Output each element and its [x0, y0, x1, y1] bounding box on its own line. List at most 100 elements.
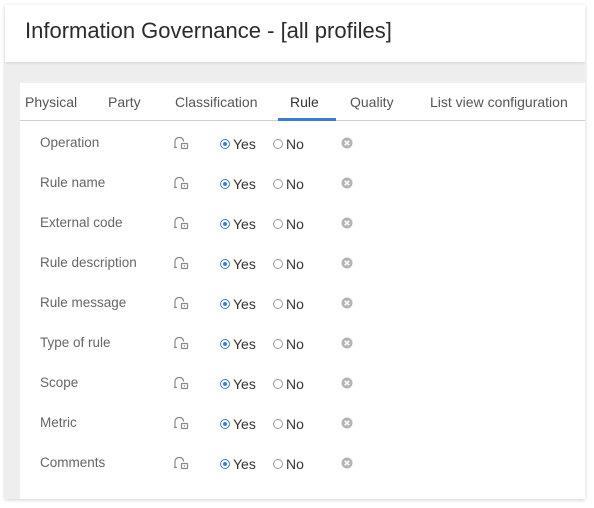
- field-label: Rule message: [40, 295, 127, 310]
- page-header: Information Governance - [all profiles]: [5, 5, 585, 62]
- active-tab-indicator: [278, 118, 336, 121]
- radio-yes-dot[interactable]: [220, 459, 230, 469]
- radio-yes-dot[interactable]: [220, 179, 230, 189]
- field-row-metric: Metric Yes No: [20, 403, 585, 443]
- settings-panel: Physical Party Classification Rule Quali…: [20, 83, 585, 499]
- radio-no-dot[interactable]: [273, 339, 283, 349]
- radio-yes-dot[interactable]: [220, 419, 230, 429]
- clear-circle-icon[interactable]: [341, 417, 353, 429]
- radio-no-label: No: [286, 296, 304, 312]
- clear-circle-icon[interactable]: [341, 257, 353, 269]
- radio-yes-dot[interactable]: [220, 139, 230, 149]
- radio-yes-label: Yes: [233, 136, 256, 152]
- radio-yes-label: Yes: [233, 376, 256, 392]
- field-row-rule-description: Rule description Yes No: [20, 243, 585, 283]
- tab-physical[interactable]: Physical: [25, 94, 77, 110]
- tab-rule[interactable]: Rule: [290, 94, 319, 110]
- radio-yes[interactable]: Yes: [220, 456, 256, 472]
- radio-yes-label: Yes: [233, 456, 256, 472]
- radio-yes[interactable]: Yes: [220, 336, 256, 352]
- radio-yes[interactable]: Yes: [220, 176, 256, 192]
- radio-no[interactable]: No: [273, 136, 304, 152]
- field-row-operation: Operation Yes No: [20, 123, 585, 163]
- radio-yes[interactable]: Yes: [220, 216, 256, 232]
- radio-yes-label: Yes: [233, 416, 256, 432]
- field-row-rule-message: Rule message Yes No: [20, 283, 585, 323]
- radio-no-label: No: [286, 416, 304, 432]
- lock-people-icon[interactable]: [173, 216, 189, 230]
- radio-no[interactable]: No: [273, 336, 304, 352]
- radio-no-label: No: [286, 136, 304, 152]
- tab-list-view-configuration[interactable]: List view configuration: [430, 94, 568, 110]
- lock-people-icon[interactable]: [173, 256, 189, 270]
- radio-no-label: No: [286, 456, 304, 472]
- radio-no[interactable]: No: [273, 216, 304, 232]
- field-label: Comments: [40, 455, 106, 470]
- clear-circle-icon[interactable]: [341, 177, 353, 189]
- clear-circle-icon[interactable]: [341, 297, 353, 309]
- radio-yes-dot[interactable]: [220, 339, 230, 349]
- field-row-comments: Comments Yes No: [20, 443, 585, 483]
- tab-party[interactable]: Party: [108, 94, 141, 110]
- radio-yes[interactable]: Yes: [220, 136, 256, 152]
- page-title: Information Governance - [all profiles]: [25, 18, 392, 43]
- clear-circle-icon[interactable]: [341, 137, 353, 149]
- radio-yes-dot[interactable]: [220, 299, 230, 309]
- radio-yes-dot[interactable]: [220, 379, 230, 389]
- radio-no-dot[interactable]: [273, 419, 283, 429]
- lock-people-icon[interactable]: [173, 336, 189, 350]
- radio-yes[interactable]: Yes: [220, 416, 256, 432]
- radio-yes-label: Yes: [233, 256, 256, 272]
- radio-no-dot[interactable]: [273, 259, 283, 269]
- radio-yes-dot[interactable]: [220, 259, 230, 269]
- radio-no-label: No: [286, 376, 304, 392]
- radio-no-dot[interactable]: [273, 379, 283, 389]
- radio-no-label: No: [286, 256, 304, 272]
- lock-people-icon[interactable]: [173, 416, 189, 430]
- radio-no[interactable]: No: [273, 456, 304, 472]
- radio-no-label: No: [286, 216, 304, 232]
- radio-yes-label: Yes: [233, 176, 256, 192]
- radio-no-dot[interactable]: [273, 299, 283, 309]
- field-row-rule-name: Rule name Yes No: [20, 163, 585, 203]
- clear-circle-icon[interactable]: [341, 337, 353, 349]
- tab-quality[interactable]: Quality: [350, 94, 394, 110]
- radio-no-label: No: [286, 176, 304, 192]
- radio-no[interactable]: No: [273, 256, 304, 272]
- radio-no[interactable]: No: [273, 296, 304, 312]
- field-label: Metric: [40, 415, 77, 430]
- field-row-external-code: External code Yes No: [20, 203, 585, 243]
- radio-yes-label: Yes: [233, 336, 256, 352]
- field-label: Operation: [40, 135, 100, 150]
- field-label: Type of rule: [40, 335, 111, 350]
- tab-bar: Physical Party Classification Rule Quali…: [20, 83, 585, 121]
- radio-no-dot[interactable]: [273, 219, 283, 229]
- lock-people-icon[interactable]: [173, 376, 189, 390]
- radio-no[interactable]: No: [273, 376, 304, 392]
- clear-circle-icon[interactable]: [341, 377, 353, 389]
- radio-yes-label: Yes: [233, 296, 256, 312]
- field-row-type-of-rule: Type of rule Yes No: [20, 323, 585, 363]
- clear-circle-icon[interactable]: [341, 217, 353, 229]
- radio-no[interactable]: No: [273, 176, 304, 192]
- radio-yes[interactable]: Yes: [220, 296, 256, 312]
- radio-no-dot[interactable]: [273, 459, 283, 469]
- lock-people-icon[interactable]: [173, 296, 189, 310]
- field-label: Rule description: [40, 255, 137, 270]
- tab-classification[interactable]: Classification: [175, 94, 257, 110]
- lock-people-icon[interactable]: [173, 136, 189, 150]
- field-label: External code: [40, 215, 123, 230]
- radio-yes[interactable]: Yes: [220, 256, 256, 272]
- radio-no-dot[interactable]: [273, 139, 283, 149]
- lock-people-icon[interactable]: [173, 176, 189, 190]
- radio-no-dot[interactable]: [273, 179, 283, 189]
- radio-no[interactable]: No: [273, 416, 304, 432]
- field-label: Rule name: [40, 175, 106, 190]
- radio-yes-dot[interactable]: [220, 219, 230, 229]
- radio-yes-label: Yes: [233, 216, 256, 232]
- lock-people-icon[interactable]: [173, 456, 189, 470]
- radio-yes[interactable]: Yes: [220, 376, 256, 392]
- field-label: Scope: [40, 375, 79, 390]
- field-row-scope: Scope Yes No: [20, 363, 585, 403]
- clear-circle-icon[interactable]: [341, 457, 353, 469]
